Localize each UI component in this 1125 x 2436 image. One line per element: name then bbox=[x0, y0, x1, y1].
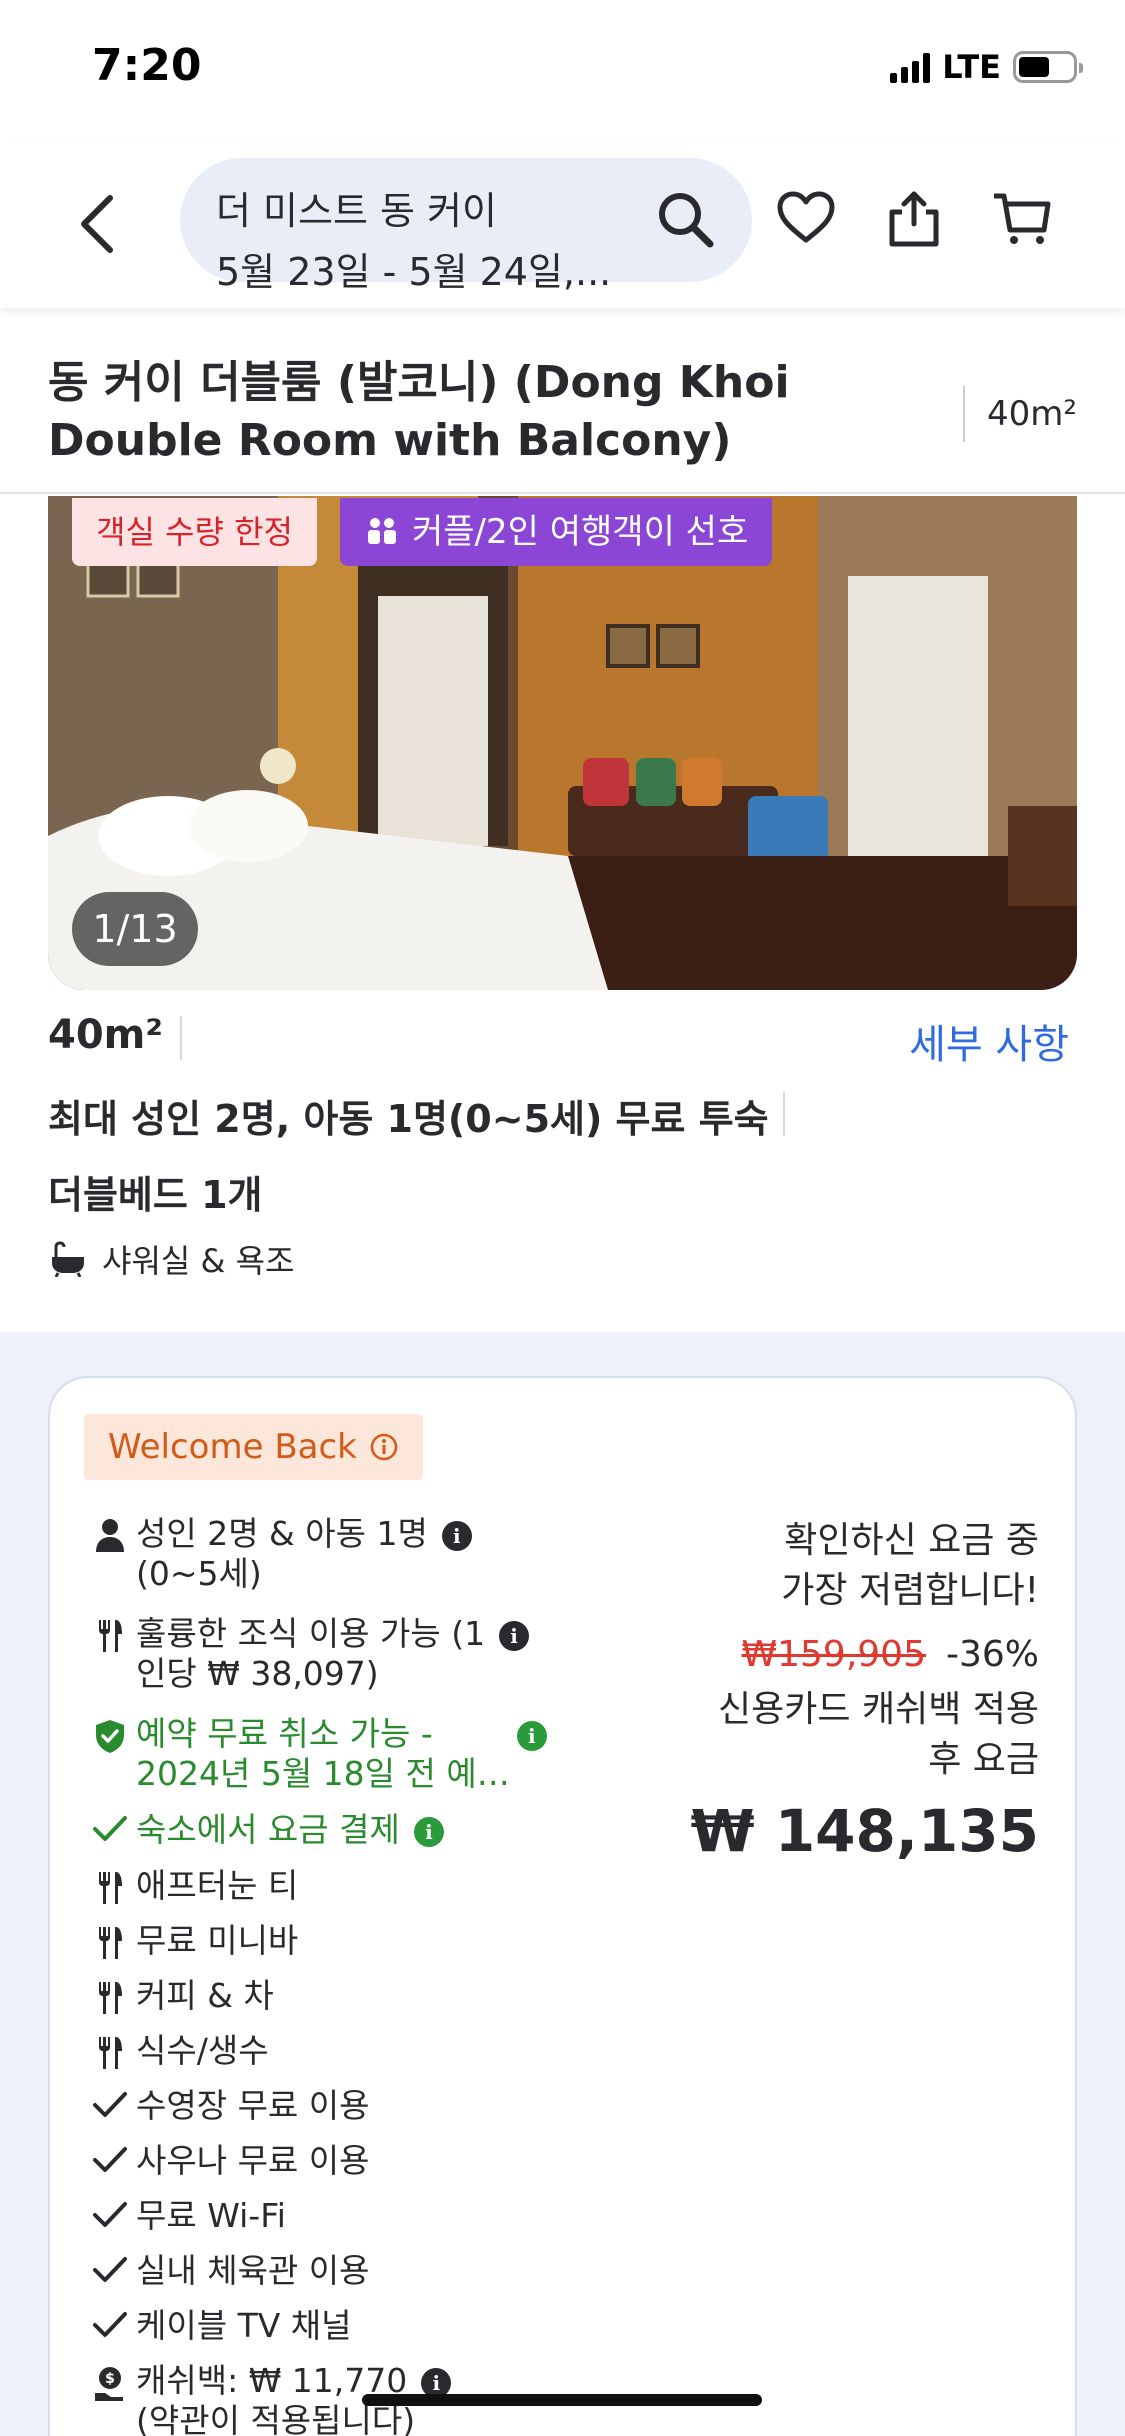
perk-text: 수영장 무료 이용 bbox=[136, 2086, 370, 2125]
signal-icon bbox=[890, 51, 931, 83]
room-size-label: 40m² bbox=[962, 386, 1077, 442]
perk-text: 숙소에서 요금 결제 bbox=[136, 1810, 400, 1849]
check-icon bbox=[93, 1816, 127, 1841]
fork-knife-icon bbox=[99, 1872, 122, 1904]
perk-cable-tv: 케이블 TV 채널 bbox=[84, 2306, 604, 2346]
room-title: 동 커이 더블룸 (발코니) (Dong Khoi Double Room wi… bbox=[48, 357, 790, 466]
back-button[interactable] bbox=[70, 184, 130, 264]
check-icon bbox=[93, 2312, 127, 2337]
perk-gym: 실내 체육관 이용 bbox=[84, 2251, 604, 2291]
person-icon bbox=[96, 1519, 124, 1552]
final-price: ₩ 148,135 bbox=[690, 1797, 1039, 1865]
cart-icon[interactable] bbox=[990, 186, 1054, 250]
search-icon[interactable] bbox=[654, 188, 718, 252]
chevron-left-icon bbox=[81, 195, 113, 253]
perk-text: 훌륭한 조식 이용 가능 (1 bbox=[136, 1614, 486, 1653]
discount-percent: -36% bbox=[945, 1634, 1039, 1675]
status-time: 7:20 bbox=[92, 40, 202, 91]
info-icon[interactable]: i bbox=[421, 2367, 452, 2398]
cashback-icon: $ bbox=[95, 2367, 123, 2401]
perk-text: 인당 ₩ 38,097) bbox=[136, 1654, 379, 1693]
perk-text: 2024년 5월 18일 전 예… bbox=[136, 1754, 510, 1793]
perk-text: 예약 무료 취소 가능 - bbox=[136, 1714, 433, 1753]
top-navigation: 더 미스트 동 커이 5월 23일 - 5월 24일,... bbox=[0, 140, 1125, 308]
price-comparison: ₩159,905 -36% bbox=[619, 1634, 1039, 1675]
fork-knife-icon bbox=[99, 1620, 122, 1652]
home-indicator[interactable] bbox=[362, 2394, 762, 2406]
info-icon[interactable]: i bbox=[516, 1720, 547, 1751]
price-label: 후 요금 bbox=[928, 1739, 1039, 1780]
perk-pool: 수영장 무료 이용 bbox=[84, 2086, 604, 2126]
perk-breakfast: 훌륭한 조식 이용 가능 (1 i 인당 ₩ 38,097) bbox=[84, 1614, 604, 1694]
limited-rooms-badge: 객실 수량 한정 bbox=[72, 498, 317, 566]
info-icon[interactable]: i bbox=[441, 1520, 472, 1551]
photo-counter: 1/13 bbox=[72, 892, 198, 966]
couple-icon bbox=[368, 518, 396, 544]
battery-icon bbox=[1013, 51, 1083, 83]
lowest-price-note: 확인하신 요금 중 bbox=[784, 1520, 1039, 1561]
fork-knife-icon bbox=[99, 1982, 122, 2014]
perk-text: 성인 2명 & 아동 1명 bbox=[136, 1514, 428, 1553]
couple-preferred-label: 커플/2인 여행객이 선호 bbox=[412, 512, 749, 552]
info-icon[interactable]: i bbox=[413, 1816, 444, 1847]
perk-pay-at-property: 숙소에서 요금 결제 i bbox=[84, 1810, 604, 1850]
max-occupancy: 최대 성인 2명, 아동 1명(0~5세) 무료 투숙 bbox=[48, 1097, 769, 1141]
lowest-price-note: 가장 저렴합니다! bbox=[781, 1570, 1039, 1611]
welcome-back-label: Welcome Back bbox=[108, 1427, 357, 1467]
share-icon[interactable] bbox=[882, 186, 946, 250]
perk-text: (0~5세) bbox=[136, 1554, 262, 1593]
room-header: 동 커이 더블룸 (발코니) (Dong Khoi Double Room wi… bbox=[0, 330, 1125, 494]
fork-knife-icon bbox=[99, 2037, 122, 2069]
status-bar: 7:20 LTE bbox=[0, 0, 1125, 140]
perk-text: 애프터눈 티 bbox=[136, 1866, 299, 1905]
search-summary[interactable]: 더 미스트 동 커이 5월 23일 - 5월 24일,... bbox=[180, 158, 752, 294]
perk-afternoon-tea: 애프터눈 티 bbox=[84, 1866, 604, 1906]
divider bbox=[783, 1092, 785, 1136]
info-outline-icon bbox=[370, 1433, 398, 1461]
price-label: 신용카드 캐쉬백 적용 bbox=[718, 1689, 1039, 1730]
perk-text: 무료 Wi-Fi bbox=[136, 2196, 286, 2235]
info-icon[interactable]: i bbox=[499, 1620, 530, 1651]
perk-occupancy: 성인 2명 & 아동 1명 i (0~5세) bbox=[84, 1514, 604, 1594]
perk-text: 식수/생수 bbox=[136, 2031, 269, 2070]
price-summary: 확인하신 요금 중 가장 저렴합니다! ₩159,905 -36% 신용카드 캐쉬… bbox=[619, 1516, 1039, 1865]
fork-knife-icon bbox=[99, 1927, 122, 1959]
perk-water: 식수/생수 bbox=[84, 2031, 604, 2071]
status-indicators: LTE bbox=[890, 48, 1083, 86]
perk-text: 케이블 TV 채널 bbox=[136, 2306, 352, 2345]
perk-text: 무료 미니바 bbox=[136, 1921, 299, 1960]
network-label: LTE bbox=[942, 48, 1001, 86]
perk-minibar: 무료 미니바 bbox=[84, 1921, 604, 1961]
check-icon bbox=[93, 2092, 127, 2117]
check-icon bbox=[93, 2257, 127, 2282]
bathtub-icon bbox=[52, 1241, 84, 1277]
check-icon bbox=[93, 2147, 127, 2172]
details-link[interactable]: 세부 사항 bbox=[909, 1012, 1069, 1070]
perk-sauna: 사우나 무료 이용 bbox=[84, 2141, 604, 2181]
perk-free-cancellation[interactable]: 예약 무료 취소 가능 - i 2024년 5월 18일 전 예… bbox=[84, 1714, 604, 1794]
perk-text: 실내 체육관 이용 bbox=[136, 2251, 370, 2290]
original-price: ₩159,905 bbox=[741, 1634, 926, 1675]
bathroom-feature: 샤워실 & 욕조 bbox=[48, 1236, 295, 1282]
perk-coffee-tea: 커피 & 차 bbox=[84, 1976, 604, 2016]
heart-icon[interactable] bbox=[774, 186, 838, 250]
perk-text: 커피 & 차 bbox=[136, 1976, 274, 2015]
couple-preferred-badge: 커플/2인 여행객이 선호 bbox=[340, 498, 773, 566]
bed-type: 더블베드 1개 bbox=[48, 1173, 263, 1217]
shield-check-icon bbox=[96, 1720, 124, 1753]
check-icon bbox=[93, 2202, 127, 2227]
perk-wifi: 무료 Wi-Fi bbox=[84, 2196, 604, 2236]
perk-text: 사우나 무료 이용 bbox=[136, 2141, 370, 2180]
welcome-back-badge[interactable]: Welcome Back bbox=[84, 1414, 423, 1480]
room-size: 40m² bbox=[48, 1012, 163, 1058]
svg-text:$: $ bbox=[105, 2371, 115, 2387]
room-photo[interactable] bbox=[48, 496, 1077, 990]
divider bbox=[180, 1016, 182, 1060]
perk-text: (약관이 적용됩니다) bbox=[136, 2401, 416, 2436]
bathroom-label: 샤워실 & 욕조 bbox=[102, 1242, 295, 1280]
